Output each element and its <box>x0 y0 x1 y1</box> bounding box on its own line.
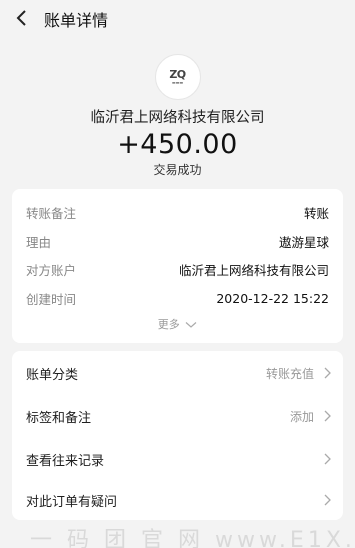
more-toggle[interactable]: 更多 <box>12 316 343 332</box>
action-label: 账单分类 <box>26 367 79 383</box>
action-value: 转账充值 <box>265 366 314 381</box>
bill-category-row[interactable]: 账单分类 转账充值 <box>26 362 331 384</box>
detail-row-remark: 转账备注 转账 <box>26 202 329 222</box>
detail-value: 2020-12-22 15:22 <box>216 290 329 306</box>
back-arrow-icon[interactable] <box>14 8 30 28</box>
watermark: 一 码 团 官 网 www.E1X.com <box>0 522 355 548</box>
action-value: 添加 <box>289 409 314 424</box>
detail-row-reason: 理由 遨游星球 <box>26 231 329 251</box>
detail-label: 转账备注 <box>26 205 77 221</box>
action-label: 对此订单有疑问 <box>26 494 118 510</box>
action-right <box>314 494 331 506</box>
chevron-right-icon <box>324 494 331 506</box>
merchant-logo: ZQ ▬▬▬ <box>154 54 201 100</box>
chevron-right-icon <box>324 367 331 379</box>
detail-row-created-time: 创建时间 2020-12-22 15:22 <box>26 288 329 308</box>
more-label: 更多 <box>157 318 180 331</box>
actions-card: 账单分类 转账充值 标签和备注 添加 查看往来记录 对此订单有疑问 <box>12 351 343 520</box>
detail-row-counterparty: 对方账户 临沂君上网络科技有限公司 <box>26 259 329 279</box>
action-right: 转账充值 <box>266 365 331 382</box>
watermark-text: 一 码 团 官 网 www.E1X.com <box>30 528 355 548</box>
action-label: 查看往来记录 <box>26 453 105 469</box>
chevron-right-icon <box>324 453 331 465</box>
tags-notes-row[interactable]: 标签和备注 添加 <box>26 405 331 427</box>
chevron-right-icon <box>324 410 331 422</box>
logo-text: ZQ <box>169 68 186 81</box>
top-bar: 账单详情 <box>0 0 355 36</box>
page-title: 账单详情 <box>44 11 109 30</box>
order-question-row[interactable]: 对此订单有疑问 <box>26 489 331 511</box>
action-right <box>314 453 331 465</box>
chevron-down-icon <box>185 322 197 328</box>
detail-value: 转账 <box>303 205 329 221</box>
detail-label: 对方账户 <box>26 262 77 278</box>
transaction-amount: +450.00 <box>117 129 238 160</box>
detail-label: 创建时间 <box>26 291 77 307</box>
action-label: 标签和备注 <box>26 410 92 426</box>
detail-label: 理由 <box>26 234 52 250</box>
transaction-history-row[interactable]: 查看往来记录 <box>26 448 331 470</box>
counterparty-name: 临沂君上网络科技有限公司 <box>90 110 265 126</box>
detail-value: 遨游星球 <box>278 234 329 250</box>
logo-subtext-decoration: ▬▬▬ <box>171 80 184 85</box>
action-right: 添加 <box>290 408 331 425</box>
transaction-status: 交易成功 <box>153 163 202 177</box>
transaction-summary: ZQ ▬▬▬ 临沂君上网络科技有限公司 +450.00 交易成功 <box>0 36 355 178</box>
detail-value: 临沂君上网络科技有限公司 <box>178 262 329 278</box>
details-card: 转账备注 转账 理由 遨游星球 对方账户 临沂君上网络科技有限公司 创建时间 2… <box>12 189 343 343</box>
